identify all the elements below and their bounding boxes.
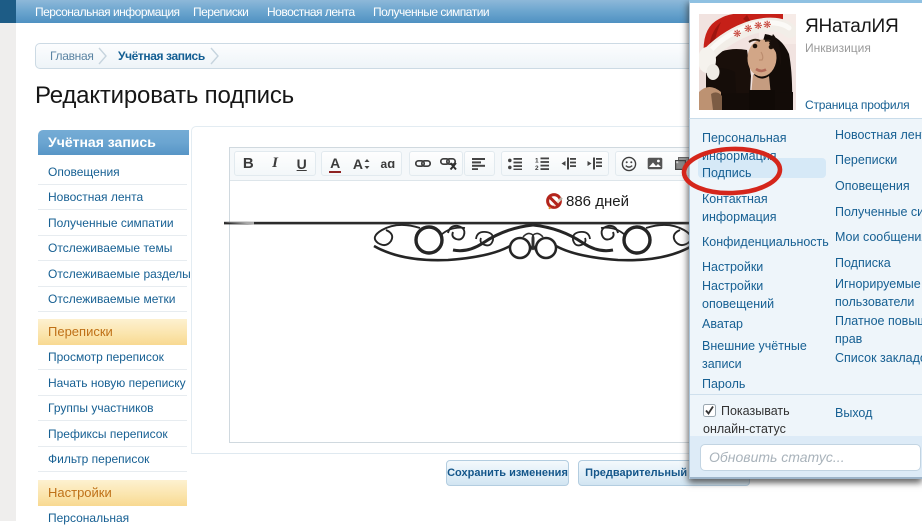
svg-text:2: 2: [535, 165, 539, 170]
svg-text:❋: ❋: [744, 24, 752, 35]
svg-text:❋: ❋: [733, 29, 741, 40]
svg-text:1: 1: [535, 158, 539, 165]
svg-text:❋: ❋: [763, 20, 771, 31]
svg-text:❋: ❋: [754, 21, 762, 32]
